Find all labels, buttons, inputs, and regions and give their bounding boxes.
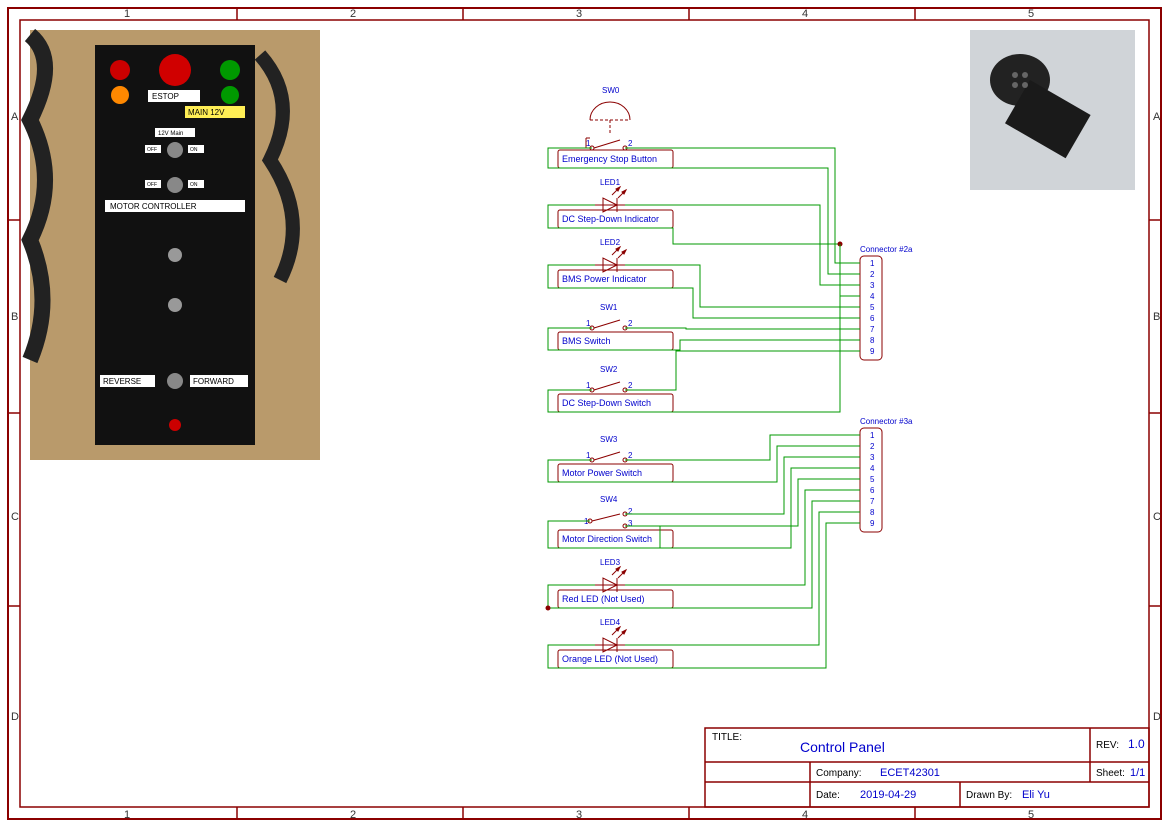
svg-text:2: 2	[628, 451, 633, 460]
svg-text:BMS Switch: BMS Switch	[562, 336, 611, 346]
svg-text:SW4: SW4	[600, 495, 618, 504]
svg-text:Eli Yu: Eli Yu	[1022, 789, 1050, 801]
svg-text:2: 2	[628, 507, 633, 516]
svg-text:1/1: 1/1	[1130, 767, 1145, 779]
svg-text:SW0: SW0	[602, 86, 620, 95]
connector-2a: Connector #2a 1 2 3 4 5 6 7 8 9	[860, 245, 913, 360]
col-5: 5	[1028, 8, 1034, 20]
svg-text:Drawn By:: Drawn By:	[966, 790, 1012, 801]
svg-text:LED3: LED3	[600, 558, 621, 567]
svg-text:MOTOR CONTROLLER: MOTOR CONTROLLER	[110, 202, 197, 211]
svg-text:BMS Power Indicator: BMS Power Indicator	[562, 274, 647, 284]
svg-text:3: 3	[870, 453, 875, 462]
svg-text:DC Step-Down Switch: DC Step-Down Switch	[562, 398, 651, 408]
connector-3a: Connector #3a 1 2 3 4 5 6 7 8 9	[860, 417, 913, 532]
svg-text:2: 2	[870, 442, 875, 451]
svg-text:2: 2	[628, 381, 633, 390]
svg-text:ON: ON	[190, 147, 198, 153]
svg-text:4: 4	[870, 464, 875, 473]
svg-text:SW3: SW3	[600, 435, 618, 444]
row-D: D	[11, 711, 19, 723]
svg-text:DC Step-Down Indicator: DC Step-Down Indicator	[562, 214, 659, 224]
schematic-sheet: 1 2 3 4 5 1 2 3 4 5 A B C D A B C D ESTO…	[0, 0, 1169, 827]
svg-text:Emergency Stop Button: Emergency Stop Button	[562, 154, 657, 164]
svg-text:3: 3	[870, 281, 875, 290]
led2-block: LED2 BMS Power Indicator	[558, 238, 673, 288]
svg-text:LED4: LED4	[600, 618, 621, 627]
svg-text:1.0: 1.0	[1128, 737, 1145, 751]
svg-text:8: 8	[870, 336, 875, 345]
svg-text:Connector #2a: Connector #2a	[860, 245, 913, 254]
svg-text:Motor Power Switch: Motor Power Switch	[562, 468, 642, 478]
col-4: 4	[802, 8, 808, 20]
svg-text:TITLE:: TITLE:	[712, 732, 742, 743]
svg-text:C: C	[1153, 511, 1161, 523]
led3-block: LED3 Red LED (Not Used)	[558, 558, 673, 608]
svg-text:12V Main: 12V Main	[158, 131, 183, 137]
svg-text:REV:: REV:	[1096, 740, 1119, 751]
row-A: A	[11, 111, 19, 123]
svg-text:7: 7	[870, 497, 875, 506]
svg-text:ON: ON	[190, 182, 198, 188]
svg-text:Company:: Company:	[816, 768, 862, 779]
svg-text:4: 4	[802, 809, 808, 821]
svg-text:2: 2	[350, 809, 356, 821]
sw0-symbol: SW0	[590, 86, 630, 135]
sw1-block: SW1 1 2 BMS Switch	[558, 303, 673, 350]
svg-text:2019-04-29: 2019-04-29	[860, 789, 916, 801]
led4-block: LED4 Orange LED (Not Used)	[558, 618, 673, 668]
svg-text:LED1: LED1	[600, 178, 621, 187]
svg-text:B: B	[1153, 311, 1160, 323]
svg-text:3: 3	[628, 519, 633, 528]
svg-text:6: 6	[870, 486, 875, 495]
col-3: 3	[576, 8, 582, 20]
title-block: TITLE: Control Panel REV: 1.0 Company: E…	[705, 728, 1149, 807]
sw3-block: SW3 1 2 Motor Power Switch	[558, 435, 673, 482]
svg-text:Red LED (Not Used): Red LED (Not Used)	[562, 594, 645, 604]
row-B: B	[11, 311, 18, 323]
col-2: 2	[350, 8, 356, 20]
svg-text:8: 8	[870, 508, 875, 517]
svg-text:Motor Direction Switch: Motor Direction Switch	[562, 534, 652, 544]
svg-text:REVERSE: REVERSE	[103, 377, 141, 386]
row-C: C	[11, 511, 19, 523]
svg-text:MAIN 12V: MAIN 12V	[188, 108, 225, 117]
svg-text:2: 2	[870, 270, 875, 279]
svg-text:Date:: Date:	[816, 790, 840, 801]
svg-text:SW1: SW1	[600, 303, 618, 312]
svg-text:Sheet:: Sheet:	[1096, 768, 1125, 779]
svg-text:5: 5	[870, 303, 875, 312]
estop-block: Emergency Stop Button 1 2	[558, 138, 673, 168]
svg-text:1: 1	[870, 259, 875, 268]
svg-text:9: 9	[870, 347, 875, 356]
svg-text:OFF: OFF	[147, 182, 157, 188]
led1-block: LED1 DC Step-Down Indicator	[558, 178, 673, 228]
svg-text:D: D	[1153, 711, 1161, 723]
svg-text:7: 7	[870, 325, 875, 334]
schematic-title: Control Panel	[800, 739, 885, 755]
svg-text:1: 1	[124, 809, 130, 821]
svg-text:FORWARD: FORWARD	[193, 377, 234, 386]
svg-text:Orange LED (Not Used): Orange LED (Not Used)	[562, 654, 658, 664]
control-panel-photo: ESTOP MAIN 12V 12V Main OFF ON OFF ON MO…	[30, 30, 320, 460]
svg-text:5: 5	[870, 475, 875, 484]
svg-text:3: 3	[576, 809, 582, 821]
col-1: 1	[124, 8, 130, 20]
svg-text:2: 2	[628, 319, 633, 328]
svg-text:9: 9	[870, 519, 875, 528]
svg-text:A: A	[1153, 111, 1161, 123]
svg-text:SW2: SW2	[600, 365, 618, 374]
svg-text:LED2: LED2	[600, 238, 621, 247]
svg-text:Connector #3a: Connector #3a	[860, 417, 913, 426]
svg-text:6: 6	[870, 314, 875, 323]
sw2-block: SW2 1 2 DC Step-Down Switch	[558, 365, 673, 412]
svg-text:ESTOP: ESTOP	[152, 92, 179, 101]
svg-text:OFF: OFF	[147, 147, 157, 153]
connector-photo	[970, 30, 1135, 190]
svg-text:5: 5	[1028, 809, 1034, 821]
svg-text:4: 4	[870, 292, 875, 301]
svg-text:ECET42301: ECET42301	[880, 767, 940, 779]
svg-text:1: 1	[870, 431, 875, 440]
svg-text:2: 2	[628, 139, 633, 148]
